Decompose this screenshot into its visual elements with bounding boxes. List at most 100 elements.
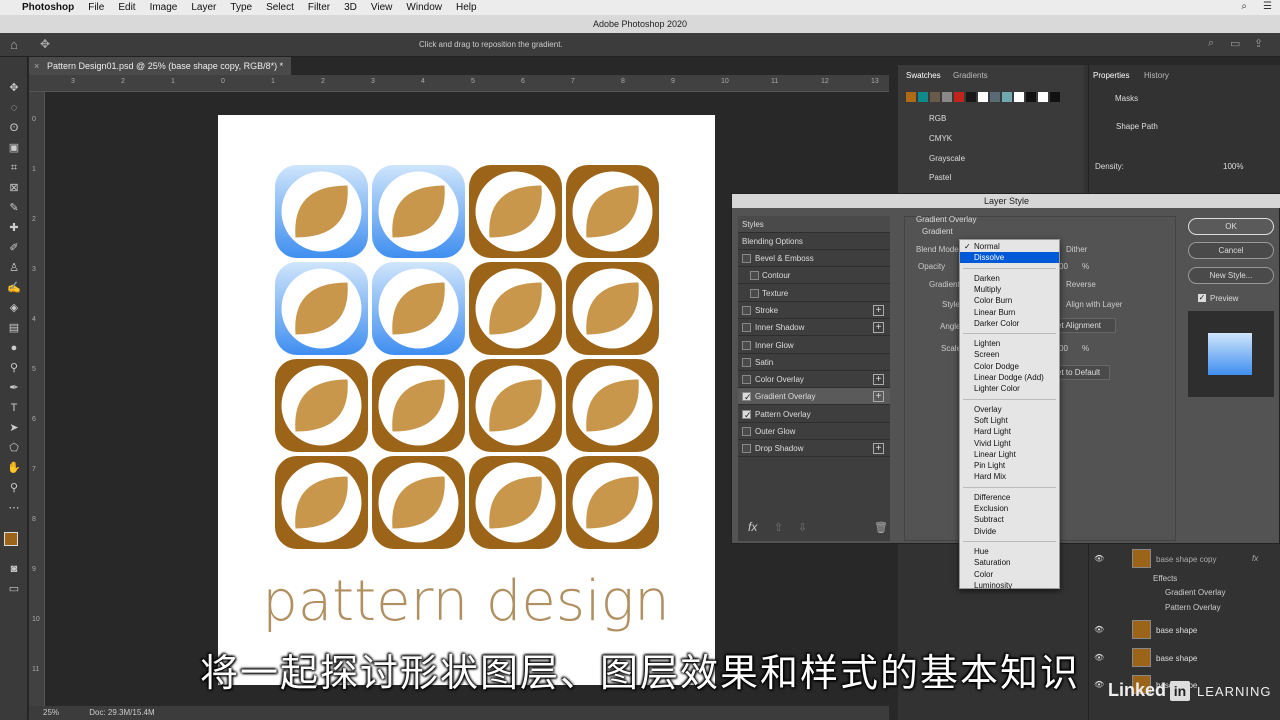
layer-name[interactable]: base shape copy — [1156, 555, 1217, 564]
document-tab[interactable]: × Pattern Design01.psd @ 25% (base shape… — [29, 57, 291, 75]
opacity-value[interactable]: 00 — [1059, 262, 1068, 271]
blend-mode-option[interactable]: Pin Light — [960, 460, 1059, 471]
blend-mode-option[interactable]: Difference — [960, 492, 1059, 503]
move-down-icon[interactable]: ⇩ — [798, 521, 807, 534]
swatch[interactable] — [930, 92, 940, 102]
visibility-eye-icon[interactable]: 👁 — [1094, 554, 1104, 563]
swatch[interactable] — [906, 92, 916, 102]
more-tools-icon[interactable]: ⋯ — [6, 501, 22, 515]
effect-checkbox[interactable] — [742, 340, 751, 350]
hand-icon[interactable]: ✋ — [6, 461, 22, 475]
effect-checkbox[interactable] — [750, 288, 759, 298]
stamp-icon[interactable]: ♙ — [6, 261, 22, 275]
menu-3d[interactable]: 3D — [344, 2, 357, 13]
home-icon[interactable]: ⌂ — [10, 37, 18, 52]
effect-row-bevel-emboss[interactable]: Bevel & Emboss — [738, 250, 890, 267]
blend-mode-option[interactable]: Multiply — [960, 284, 1059, 295]
blending-options[interactable]: Blending Options — [738, 233, 890, 250]
blend-mode-option[interactable]: Luminosity — [960, 580, 1059, 591]
effect-checkbox[interactable] — [742, 389, 752, 406]
effect-row-inner-shadow[interactable]: Inner Shadow + — [738, 319, 890, 337]
blend-mode-option[interactable]: Saturation — [960, 557, 1059, 568]
share-icon[interactable]: ⇪ — [1254, 37, 1263, 50]
scale-value[interactable]: 00 — [1059, 344, 1068, 353]
move-tool-icon[interactable]: ✥ — [40, 37, 50, 51]
close-tab-icon[interactable]: × — [34, 57, 39, 75]
effect-checkbox[interactable] — [742, 323, 751, 333]
add-effect-icon[interactable]: + — [873, 374, 884, 386]
effect-row-texture[interactable]: Texture — [738, 285, 890, 302]
dither-label[interactable]: Dither — [1066, 245, 1087, 254]
tab-gradients[interactable]: Gradients — [953, 71, 988, 80]
blend-mode-option[interactable]: Overlay — [960, 404, 1059, 415]
marquee-icon[interactable]: ◌ — [6, 101, 22, 115]
shape-icon[interactable]: ⬠ — [6, 441, 22, 455]
swatch[interactable] — [1050, 92, 1060, 102]
preview-checkbox[interactable]: ✓ — [1198, 294, 1206, 302]
blend-mode-option[interactable]: Vivid Light — [960, 438, 1059, 449]
blend-mode-option[interactable]: Screen — [960, 349, 1059, 360]
blend-mode-dropdown[interactable]: ✓ Normal Dissolve Darken Multiply Color Burn L… — [959, 239, 1060, 591]
effect-checkbox[interactable] — [742, 427, 751, 436]
menu-select[interactable]: Select — [266, 2, 294, 13]
blend-mode-option[interactable]: Soft Light — [960, 415, 1059, 426]
swatch[interactable] — [966, 92, 976, 102]
quick-mask-icon[interactable]: ◙ — [6, 562, 22, 576]
frame-icon[interactable]: ⊠ — [6, 181, 22, 195]
layer-fx-icon[interactable]: fx — [1252, 554, 1258, 563]
layer-effect-pattern-overlay[interactable]: Pattern Overlay — [1165, 603, 1221, 612]
zoom-level[interactable]: 25% — [43, 708, 59, 717]
menu-type[interactable]: Type — [230, 2, 252, 13]
menu-view[interactable]: View — [371, 2, 393, 13]
blend-mode-option[interactable]: Hard Light — [960, 426, 1059, 437]
foreground-color-swatch[interactable] — [4, 532, 18, 546]
move-icon[interactable]: ✥ — [6, 81, 22, 95]
layer-row-base-shape[interactable]: 👁 base shape — [1090, 617, 1280, 642]
effect-checkbox[interactable] — [742, 357, 751, 367]
effect-row-drop-shadow[interactable]: Drop Shadow + — [738, 440, 890, 458]
effect-row-satin[interactable]: Satin — [738, 354, 890, 371]
blend-mode-option[interactable]: Darken — [960, 273, 1059, 284]
swatch[interactable] — [954, 92, 964, 102]
blend-mode-option[interactable]: Color Dodge — [960, 361, 1059, 372]
swatch[interactable] — [942, 92, 952, 102]
reset-alignment-button[interactable]: et Alignment — [1052, 318, 1116, 333]
blend-mode-option[interactable]: Darker Color — [960, 318, 1059, 329]
eyedropper-icon[interactable]: ✎ — [6, 201, 22, 215]
effect-row-stroke[interactable]: Stroke + — [738, 302, 890, 319]
blend-mode-option[interactable]: Color Burn — [960, 295, 1059, 306]
gradient-icon[interactable]: ▤ — [6, 321, 22, 335]
menu-app-photoshop[interactable]: Photoshop — [22, 2, 74, 13]
styles-header[interactable]: Styles — [738, 216, 890, 233]
blend-mode-option[interactable]: Lighten — [960, 338, 1059, 349]
brush-icon[interactable]: ✐ — [6, 241, 22, 255]
effect-row-pattern-overlay[interactable]: Pattern Overlay — [738, 406, 890, 424]
layer-row-base-shape-copy[interactable]: 👁 base shape copy fx — [1090, 546, 1280, 571]
search-panel-icon[interactable]: ⌕ — [1208, 37, 1214, 50]
screen-mode-icon[interactable]: ▭ — [6, 582, 22, 596]
pen-icon[interactable]: ✒ — [6, 381, 22, 395]
menu-file[interactable]: File — [88, 2, 104, 13]
swatch[interactable] — [918, 92, 928, 102]
object-select-icon[interactable]: ▣ — [6, 141, 22, 155]
menu-edit[interactable]: Edit — [118, 2, 135, 13]
document-canvas[interactable]: pattern design — [218, 115, 715, 685]
control-center-icon[interactable]: ☰ — [1263, 1, 1272, 12]
healing-icon[interactable]: ✚ — [6, 221, 22, 235]
blur-icon[interactable]: ● — [6, 341, 22, 355]
density-value[interactable]: 100% — [1223, 162, 1243, 171]
align-with-layer-label[interactable]: Align with Layer — [1066, 300, 1122, 309]
blend-mode-option[interactable]: Linear Burn — [960, 307, 1059, 318]
effect-checkbox[interactable] — [750, 271, 759, 281]
folder-rgb[interactable]: RGB — [929, 114, 946, 123]
menu-layer[interactable]: Layer — [191, 2, 216, 13]
tab-properties[interactable]: Properties — [1093, 71, 1129, 80]
add-effect-icon[interactable]: + — [873, 322, 884, 334]
reverse-label[interactable]: Reverse — [1066, 280, 1096, 289]
add-effect-icon[interactable]: + — [873, 443, 884, 455]
swatch[interactable] — [1014, 92, 1024, 102]
cancel-button[interactable]: Cancel — [1188, 242, 1274, 259]
blend-mode-option[interactable]: Subtract — [960, 514, 1059, 525]
add-effect-icon[interactable]: + — [873, 391, 884, 403]
effect-row-inner-glow[interactable]: Inner Glow — [738, 337, 890, 354]
